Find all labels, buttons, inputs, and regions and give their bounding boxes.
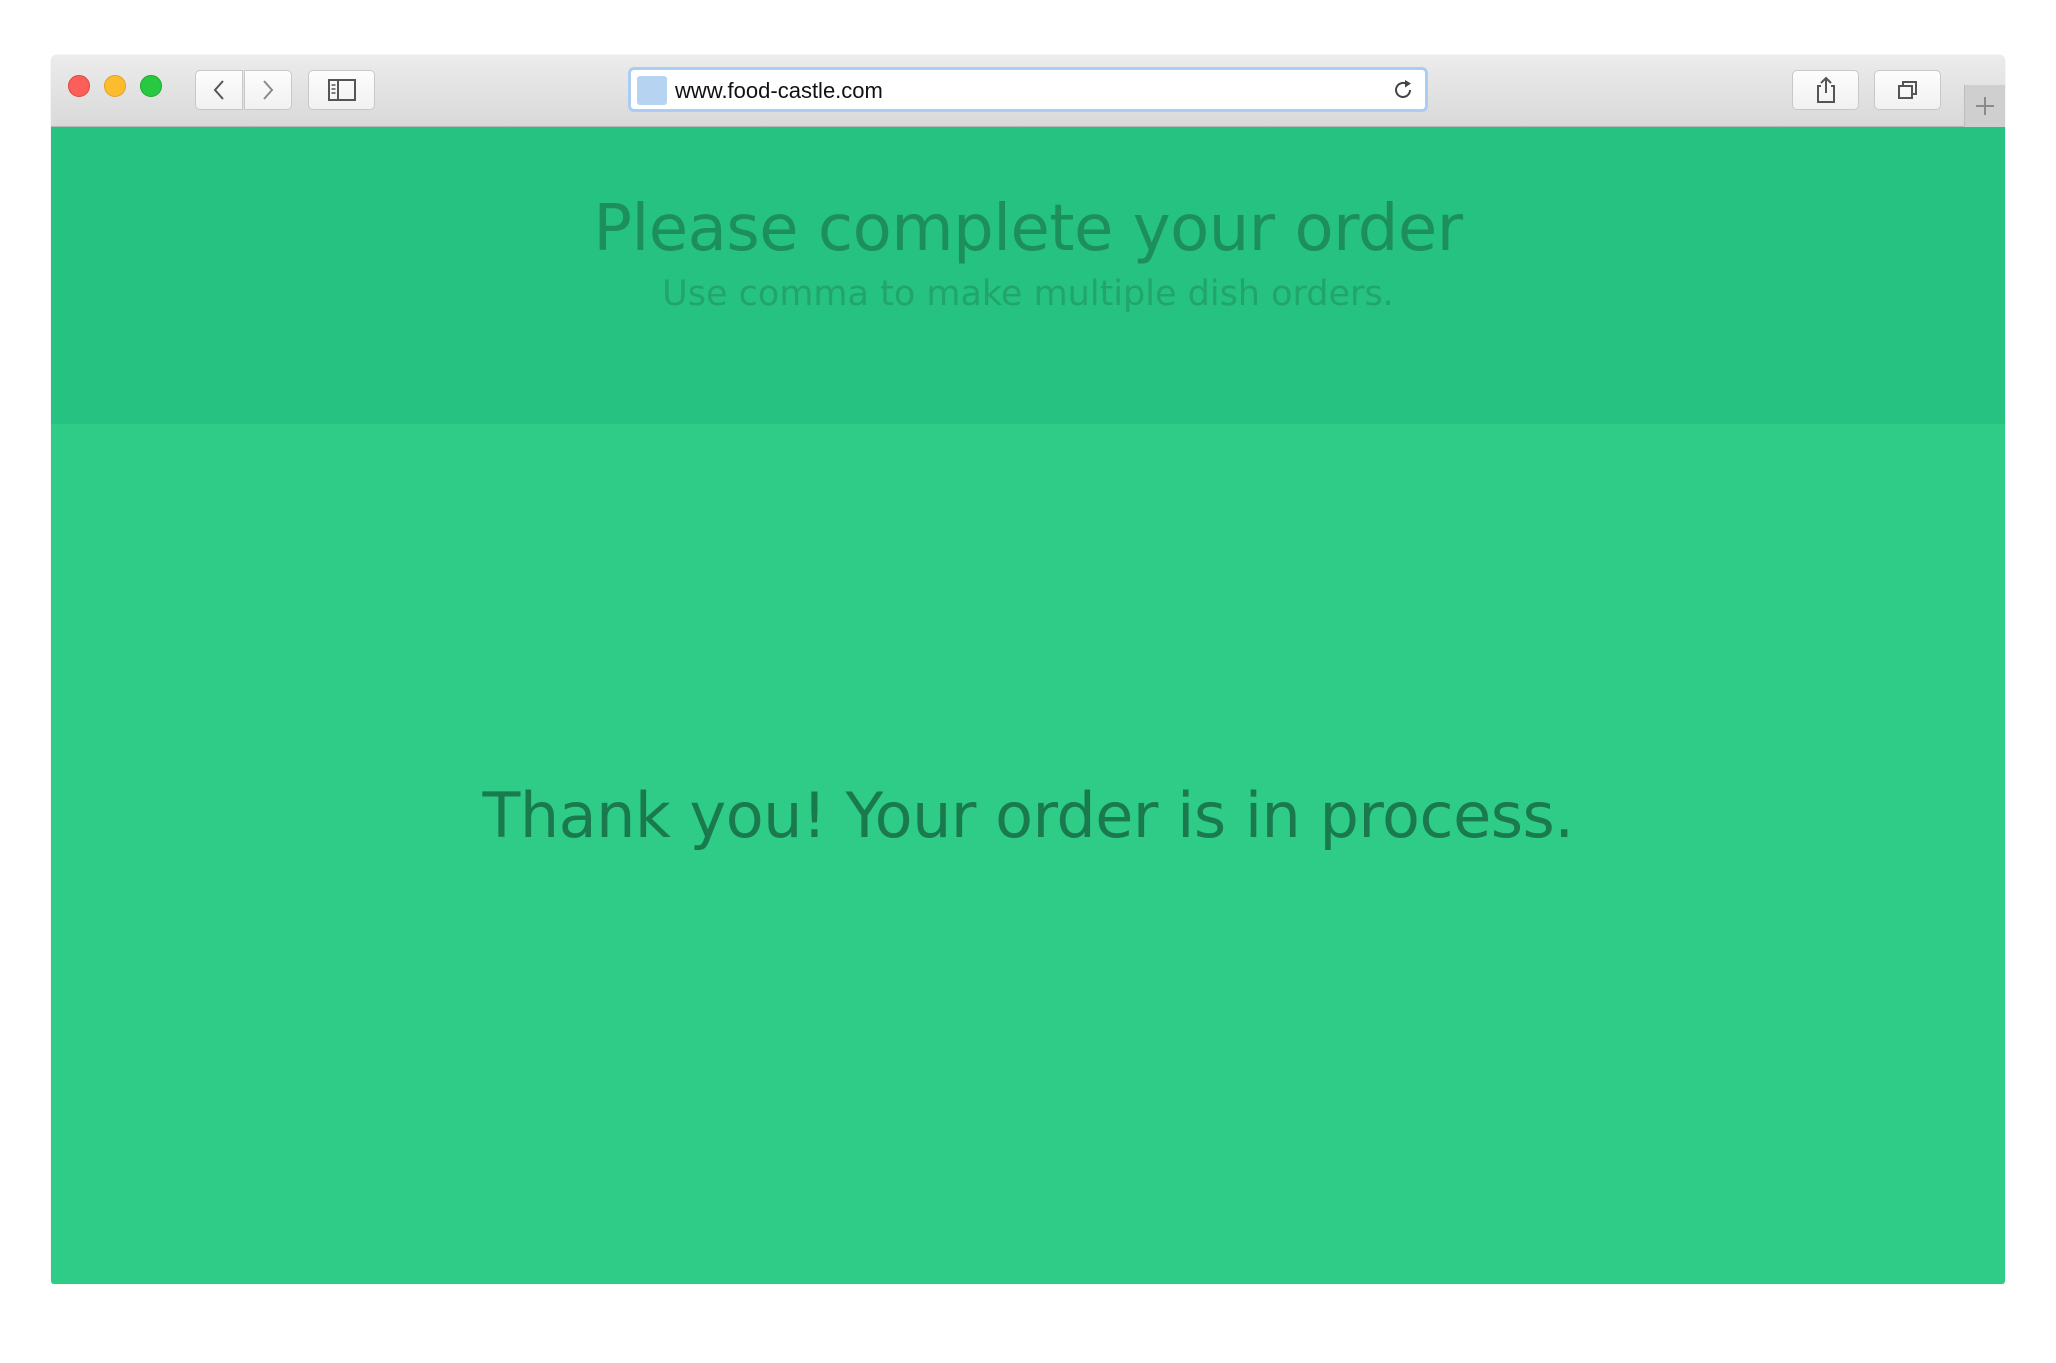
confirmation-section: Thank you! Your order is in process. [51,424,2005,1284]
url-text[interactable]: www.food-castle.com [675,78,883,104]
confirmation-message: Thank you! Your order is in process. [482,779,1574,852]
page-title: Please complete your order [593,192,1463,266]
forward-button[interactable] [244,70,292,110]
reload-icon[interactable] [1391,78,1415,102]
plus-icon [1976,97,1994,115]
page-subtitle: Use comma to make multiple dish orders. [662,274,1394,314]
order-header: Please complete your order Use comma to … [51,127,2005,424]
chevron-left-icon [213,80,224,100]
zoom-window-icon[interactable] [140,75,162,97]
tab-overview-icon [1897,81,1917,99]
sidebar-icon [327,79,356,101]
tab-overview-button[interactable] [1874,70,1941,110]
chevron-right-icon [263,80,274,100]
browser-toolbar: www.food-castle.com [51,55,2005,127]
close-window-icon[interactable] [68,75,90,97]
back-button[interactable] [195,70,243,110]
share-icon [1816,76,1835,103]
site-favicon [637,76,667,105]
sidebar-button[interactable] [308,70,375,110]
browser-window: www.food-castle.com Please complete your… [51,55,2005,1284]
new-tab-button[interactable] [1964,85,2005,127]
share-button[interactable] [1792,70,1859,110]
minimize-window-icon[interactable] [104,75,126,97]
address-bar[interactable]: www.food-castle.com [628,67,1428,112]
